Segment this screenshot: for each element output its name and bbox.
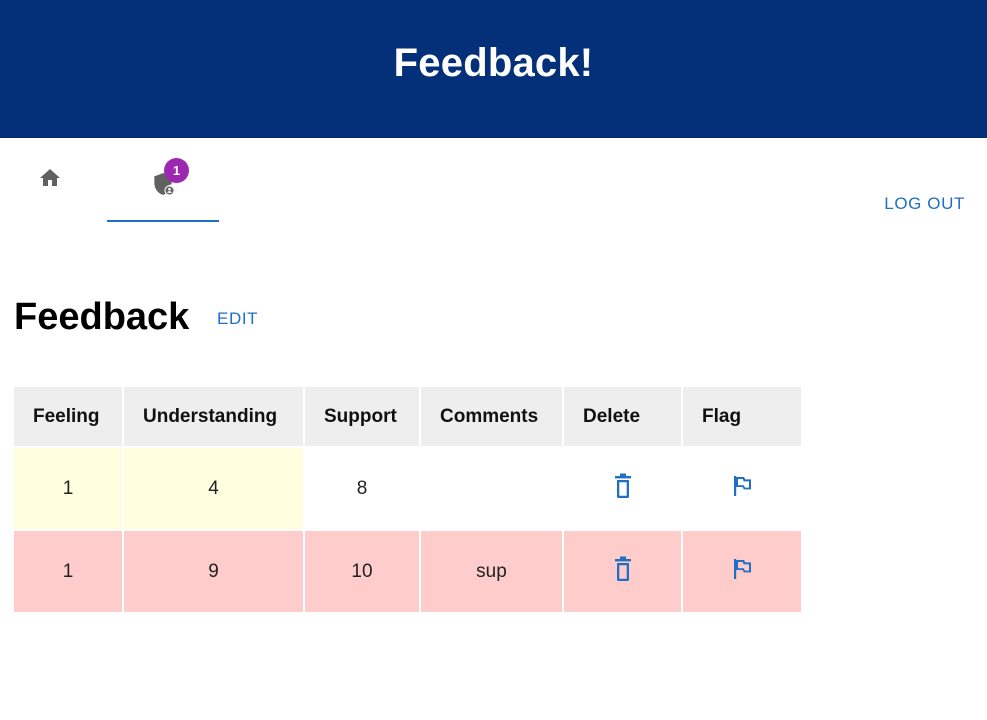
support-cell: 8 bbox=[305, 448, 419, 531]
feeling-cell: 1 bbox=[14, 531, 122, 614]
table-row: 1 9 10 sup bbox=[14, 531, 801, 614]
edit-button[interactable]: EDIT bbox=[217, 309, 258, 329]
understanding-cell: 9 bbox=[124, 531, 303, 614]
column-header-comments[interactable]: Comments bbox=[421, 387, 562, 448]
trash-icon bbox=[614, 556, 631, 581]
flag-cell bbox=[683, 448, 801, 531]
tab-admin[interactable]: 1 bbox=[107, 138, 219, 222]
feedback-table: Feeling Understanding Support Comments D… bbox=[12, 387, 803, 614]
comments-cell bbox=[421, 448, 562, 531]
flag-cell bbox=[683, 531, 801, 614]
column-header-understanding[interactable]: Understanding bbox=[124, 387, 303, 448]
support-cell: 10 bbox=[305, 531, 419, 614]
delete-button[interactable] bbox=[611, 556, 635, 582]
delete-cell bbox=[564, 531, 681, 614]
understanding-cell: 4 bbox=[124, 448, 303, 531]
feeling-cell: 1 bbox=[14, 448, 122, 531]
delete-cell bbox=[564, 448, 681, 531]
trash-icon bbox=[614, 473, 631, 498]
flag-button[interactable] bbox=[730, 474, 754, 498]
notification-badge: 1 bbox=[164, 158, 189, 183]
app-title: Feedback! bbox=[393, 41, 594, 85]
column-header-flag: Flag bbox=[683, 387, 801, 448]
home-icon bbox=[37, 166, 63, 195]
page-title: Feedback bbox=[14, 296, 190, 338]
active-tab-indicator bbox=[107, 220, 219, 222]
logout-button[interactable]: LOG OUT bbox=[884, 194, 965, 214]
flag-icon bbox=[734, 558, 751, 579]
comments-cell: sup bbox=[421, 531, 562, 614]
delete-button[interactable] bbox=[611, 473, 635, 499]
table-header-row: Feeling Understanding Support Comments D… bbox=[14, 387, 801, 448]
admin-shield-icon bbox=[150, 173, 176, 201]
table-row: 1 4 8 bbox=[14, 448, 801, 531]
tab-home[interactable] bbox=[0, 138, 100, 222]
column-header-delete: Delete bbox=[564, 387, 681, 448]
flag-button[interactable] bbox=[730, 557, 754, 581]
app-header: Feedback! bbox=[0, 0, 987, 138]
column-header-support[interactable]: Support bbox=[305, 387, 419, 448]
nav-tabs: 1 LOG OUT bbox=[0, 138, 987, 228]
column-header-feeling[interactable]: Feeling bbox=[14, 387, 122, 448]
flag-icon bbox=[734, 475, 751, 496]
